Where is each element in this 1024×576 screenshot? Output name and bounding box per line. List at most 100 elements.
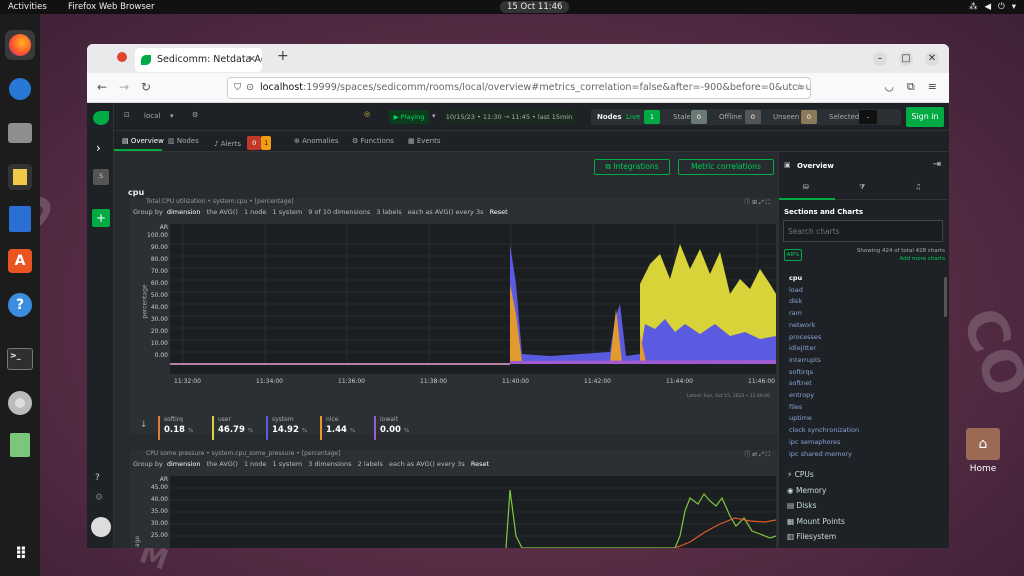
files-icon[interactable] [5,118,35,148]
reload-button[interactable]: ↻ [141,80,151,94]
trash-icon[interactable] [5,430,35,460]
live-count[interactable]: 1 [644,110,660,124]
url-bar[interactable]: ⛉ ⊙ localhost:19999/spaces/sedicomm/room… [227,77,811,99]
collapse-panel-icon[interactable]: ⇥ [933,159,941,170]
nodes-dropdown[interactable]: 1 node [244,208,266,216]
panel-scrollbar[interactable] [944,277,947,317]
search-charts-input[interactable] [783,220,943,242]
section-link-entropy[interactable]: entropy [789,391,814,399]
bookmark-star-icon[interactable]: ☆ [795,78,804,98]
section-link-cpu[interactable]: cpu [789,274,802,282]
writer-icon[interactable] [5,204,35,234]
playing-button[interactable]: ▶ Playing [389,110,429,124]
ar-toggle[interactable]: AR% [784,249,802,261]
close-window-button[interactable]: ✕ [925,52,939,66]
dimensions-dropdown[interactable]: 3 dimensions [308,460,351,468]
arrow-down-icon[interactable]: ↓ [140,420,148,430]
section-link-processes[interactable]: processes [789,333,821,341]
tab-anomalies[interactable]: ⊕ Anomalies [294,137,339,145]
unseen-count[interactable]: 0 [801,110,817,124]
instances-dropdown[interactable]: 1 system [273,460,303,468]
add-more-charts-link[interactable]: Add more charts [899,256,945,262]
app-center-icon[interactable]: A [5,246,35,276]
instances-dropdown[interactable]: 1 system [273,208,303,216]
page-info-icon[interactable]: ⊙ [246,78,254,98]
group-by-dropdown[interactable]: dimension [167,460,201,468]
menu-icon[interactable]: ≡ [928,80,937,94]
reset-button[interactable]: Reset [490,208,508,216]
section-link-clock-synchronization[interactable]: clock synchronization [789,426,859,434]
system-tray[interactable]: ⁂ ◀ ⏻ ▾ [969,0,1016,14]
lightbulb-icon[interactable]: ◎ [364,110,370,118]
extensions-icon[interactable]: ⧉ [907,80,915,94]
section-link-softnet[interactable]: softnet [789,379,812,387]
close-tab-icon[interactable]: ✕ [248,48,256,72]
help-icon[interactable]: ? [5,290,35,320]
charts-tab-icon[interactable]: ⛁ [803,183,809,191]
user-avatar[interactable] [91,517,111,537]
desktop-home-folder[interactable]: ⌂ Home [963,428,1003,474]
section-link-network[interactable]: network [789,321,815,329]
labels-dropdown[interactable]: 3 labels [376,208,401,216]
labels-dropdown[interactable]: 2 labels [358,460,383,468]
chart-tools-icons[interactable]: ⓘ ⊞ ⤢ ⛶ [744,197,770,207]
maximize-button[interactable]: □ [899,52,913,66]
integrations-button[interactable]: ⧉ Integrations [594,159,670,175]
nodes-dropdown[interactable]: 1 node [244,460,266,468]
offline-count[interactable]: 0 [745,110,761,124]
section-link-files[interactable]: files [789,403,802,411]
room-selector[interactable]: local [144,112,160,120]
shield-icon[interactable]: ⛉ [234,78,241,98]
metric-correlations-button[interactable]: Metric correlations [678,159,774,175]
section-link-load[interactable]: load [789,286,803,294]
reset-button[interactable]: Reset [471,460,489,468]
tab-nodes[interactable]: ▥ Nodes [168,137,199,145]
settings-icon[interactable]: ⚙ [95,493,103,503]
private-icon[interactable] [117,52,127,62]
tab-overview[interactable]: ▤ Overview [122,137,164,145]
section-group-disks[interactable]: ▤ Disks [787,501,817,510]
space-avatar[interactable]: S [93,169,109,185]
section-link-interrupts[interactable]: interrupts [789,356,821,364]
pocket-icon[interactable]: ◡ [884,80,894,94]
legend-item[interactable]: iowait 0.00 % [374,416,409,440]
alerts-tab-icon[interactable]: ♫ [915,183,921,191]
section-group-filesystem[interactable]: ▥ Filesystem [787,532,836,541]
minimize-button[interactable]: – [873,52,887,66]
time-aggregation-dropdown[interactable]: each as AVG() every 3s [389,460,465,468]
aggregation-dropdown[interactable]: the AVG() [207,208,238,216]
disc-icon[interactable] [5,388,35,418]
time-aggregation-dropdown[interactable]: each as AVG() every 3s [408,208,484,216]
selected-count[interactable]: - [859,110,877,124]
activities-button[interactable]: Activities [8,0,47,14]
help-icon[interactable]: ? [95,473,100,483]
expand-sidebar-icon[interactable]: › [96,141,101,155]
terminal-icon[interactable]: >_ [5,344,35,374]
time-range-picker[interactable]: 10/15/23 • 11:30 → 11:45 • last 15min [444,110,574,124]
legend-item[interactable]: softirq 0.18 % [158,416,193,440]
section-group-mount-points[interactable]: ▦ Mount Points [787,517,845,526]
thunderbird-icon[interactable] [5,74,35,104]
pressure-plot-area[interactable] [170,476,777,548]
group-by-dropdown[interactable]: dimension [167,208,201,216]
add-space-button[interactable]: + [92,209,110,227]
forward-button[interactable]: → [119,80,129,94]
legend-item[interactable]: system 14.92 % [266,416,307,440]
sign-in-button[interactable]: Sign in [906,107,944,127]
new-tab-button[interactable]: + [277,48,289,64]
room-settings-icon[interactable]: ⚙ [192,111,198,119]
section-link-ram[interactable]: ram [789,309,802,317]
section-link-ipc-shared-memory[interactable]: ipc shared memory [789,450,852,458]
rhythmbox-icon[interactable] [5,162,35,192]
app-grid-icon[interactable]: ⠿ [5,538,35,568]
chart-tools-icons[interactable]: ⓘ ⇄ ⤢ ⛶ [744,449,770,459]
aggregation-dropdown[interactable]: the AVG() [207,460,238,468]
legend-item[interactable]: nice 1.44 % [320,416,355,440]
section-group-memory[interactable]: ◉ Memory [787,486,826,495]
browser-tab[interactable]: Sedicomm: Netdata Agent ✕ [135,48,262,72]
filter-tab-icon[interactable]: ⧩ [859,183,865,192]
section-link-softirqs[interactable]: softirqs [789,368,813,376]
clock[interactable]: 15 Oct 11:46 [500,1,570,13]
firefox-icon[interactable] [5,30,35,60]
cpu-plot-area[interactable] [170,224,776,374]
